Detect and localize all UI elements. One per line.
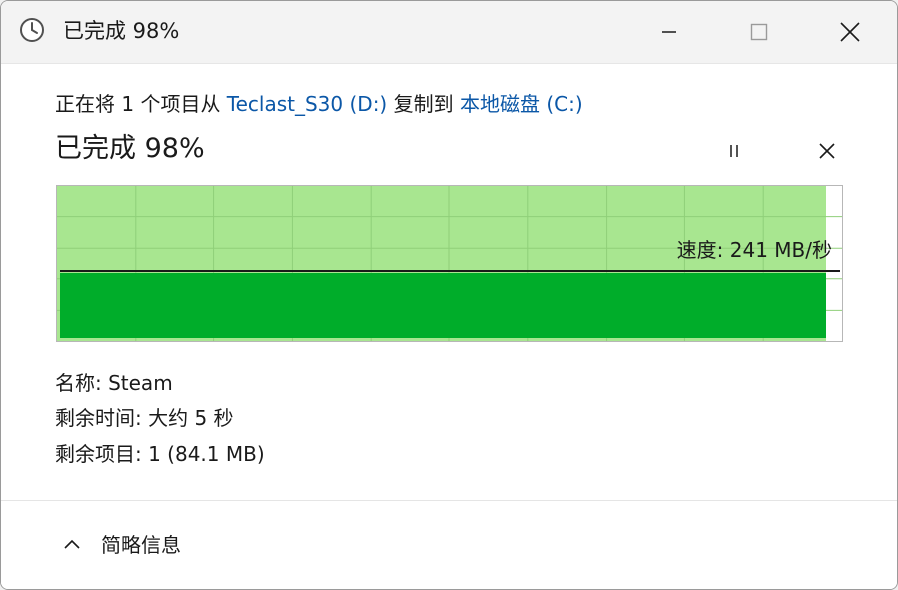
speed-line: [60, 270, 840, 272]
copy-description: 正在将 1 个项目从 Teclast_S30 (D:) 复制到 本地磁盘 (C:…: [55, 89, 583, 119]
speed-area: [60, 273, 827, 338]
minimize-button[interactable]: [623, 1, 715, 63]
progress-label: 已完成 98%: [55, 133, 205, 164]
close-icon: [819, 143, 835, 159]
maximize-button[interactable]: [713, 1, 805, 63]
footer: 简略信息: [1, 500, 897, 589]
speed-label: 速度: 241 MB/秒: [676, 238, 832, 262]
title-bar[interactable]: 已完成 98%: [1, 1, 897, 64]
less-details-button[interactable]: 简略信息: [61, 529, 181, 558]
close-button[interactable]: [804, 1, 896, 63]
pause-icon: [730, 145, 738, 157]
clock-icon: [20, 18, 44, 42]
detail-name: 名称: Steam: [55, 371, 173, 395]
copy-dialog: 已完成 98% 正在将 1 个项目从 Teclast_S30 (D:) 复制到 …: [0, 0, 898, 590]
detail-items-remaining: 剩余项目: 1 (84.1 MB): [55, 442, 265, 466]
copy-middle: 复制到: [387, 92, 460, 116]
maximize-icon: [750, 23, 768, 41]
close-icon: [840, 22, 860, 42]
pause-button[interactable]: [716, 133, 752, 169]
window-title: 已完成 98%: [63, 19, 180, 43]
progress-graph: 速度: 241 MB/秒: [56, 185, 843, 342]
detail-time-remaining: 剩余时间: 大约 5 秒: [55, 406, 234, 430]
destination-link[interactable]: 本地磁盘 (C:): [460, 92, 583, 116]
less-details-label: 简略信息: [101, 533, 181, 557]
minimize-icon: [662, 31, 676, 33]
chevron-up-icon: [64, 539, 80, 549]
cancel-button[interactable]: [809, 133, 845, 169]
copy-prefix: 正在将 1 个项目从: [55, 92, 227, 116]
source-link[interactable]: Teclast_S30 (D:): [227, 92, 387, 116]
